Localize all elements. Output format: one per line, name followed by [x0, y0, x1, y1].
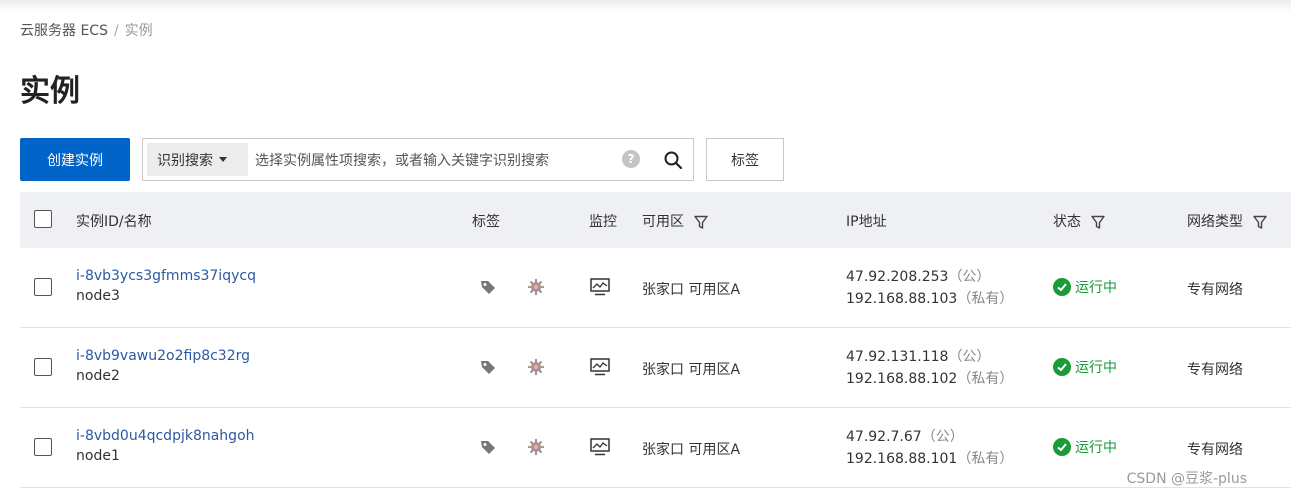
tag-icon[interactable] — [480, 439, 496, 455]
instance-id-link[interactable]: i-8vb9vawu2o2fip8c32rg — [76, 348, 250, 364]
header-status: 状态 — [1053, 211, 1106, 231]
filter-icon[interactable] — [1091, 215, 1106, 230]
private-ip-label: （私有） — [957, 371, 1014, 387]
header-monitor: 监控 — [589, 214, 617, 230]
table-header: 实例ID/名称 标签 监控 可用区 IP地址 状态 网络类型 — [20, 192, 1291, 248]
header-network-label: 网络类型 — [1187, 214, 1243, 230]
table-row: i-8vbd0u4qcdpjk8nahgoh node1 张家口 可用区A 47… — [20, 408, 1291, 488]
search-mode-label: 识别搜索 — [157, 152, 213, 169]
header-status-label: 状态 — [1053, 214, 1081, 230]
zone-text: 张家口 可用区A — [642, 442, 741, 458]
watermark: CSDN @豆浆-plus — [1126, 471, 1247, 487]
status-badge: 运行中 — [1053, 437, 1117, 457]
header-zone-label: 可用区 — [642, 214, 684, 230]
private-ip: 192.168.88.102 — [846, 371, 958, 387]
instance-cell: i-8vb3ycs3gfmms37iqycq node3 — [76, 268, 256, 304]
breadcrumb: 云服务器 ECS / 实例 — [20, 20, 153, 40]
breadcrumb-ecs[interactable]: 云服务器 ECS — [20, 23, 108, 39]
instance-cell: i-8vbd0u4qcdpjk8nahgoh node1 — [76, 428, 255, 464]
help-icon[interactable]: ? — [622, 150, 640, 168]
status-text: 运行中 — [1075, 280, 1117, 296]
search-icon — [664, 151, 683, 169]
private-ip: 192.168.88.103 — [846, 291, 958, 307]
ip-cell: 47.92.131.118（公） 192.168.88.102（私有） — [846, 346, 1013, 390]
private-ip: 192.168.88.101 — [846, 451, 958, 467]
network-type: 专有网络 — [1187, 282, 1243, 298]
header-id-name: 实例ID/名称 — [76, 214, 152, 230]
filter-icon[interactable] — [1253, 215, 1268, 230]
header-ip: IP地址 — [846, 214, 887, 230]
public-ip-label: （公） — [921, 429, 964, 445]
table-row: i-8vb9vawu2o2fip8c32rg node2 张家口 可用区A 47… — [20, 328, 1291, 408]
filter-icon[interactable] — [694, 215, 709, 230]
instance-id-link[interactable]: i-8vbd0u4qcdpjk8nahgoh — [76, 428, 255, 444]
top-shadow — [0, 0, 1291, 12]
search-box: 识别搜索 选择实例属性项搜索，或者输入关键字识别搜索 ? — [142, 138, 655, 181]
public-ip-label: （公） — [948, 349, 991, 365]
header-tags: 标签 — [472, 214, 500, 230]
ip-cell: 47.92.208.253（公） 192.168.88.103（私有） — [846, 266, 1013, 310]
tag-icon[interactable] — [480, 279, 496, 295]
instance-name: node2 — [76, 368, 120, 384]
check-circle-icon — [1053, 358, 1071, 376]
row-checkbox[interactable] — [34, 438, 52, 456]
status-text: 运行中 — [1075, 440, 1117, 456]
status-text: 运行中 — [1075, 360, 1117, 376]
instance-cell: i-8vb9vawu2o2fip8c32rg node2 — [76, 348, 250, 384]
breadcrumb-separator: / — [113, 23, 119, 39]
tag-icon[interactable] — [480, 359, 496, 375]
private-ip-label: （私有） — [957, 291, 1014, 307]
check-circle-icon — [1053, 438, 1071, 456]
public-ip: 47.92.208.253 — [846, 269, 949, 285]
instance-name: node1 — [76, 448, 120, 464]
search-button[interactable] — [653, 138, 694, 181]
search-mode-select[interactable]: 识别搜索 — [147, 143, 248, 176]
public-ip-label: （公） — [948, 269, 991, 285]
create-instance-button[interactable]: 创建实例 — [20, 138, 130, 181]
select-all-checkbox[interactable] — [34, 210, 52, 228]
instance-name: node3 — [76, 288, 120, 304]
network-type: 专有网络 — [1187, 442, 1243, 458]
header-zone: 可用区 — [642, 211, 709, 231]
tags-button[interactable]: 标签 — [706, 138, 784, 181]
header-network: 网络类型 — [1187, 211, 1268, 231]
status-badge: 运行中 — [1053, 357, 1117, 377]
dropdown-caret-icon — [219, 157, 227, 162]
zone-text: 张家口 可用区A — [642, 282, 741, 298]
private-ip-label: （私有） — [957, 451, 1014, 467]
settings-icon[interactable] — [527, 278, 545, 296]
page-title: 实例 — [20, 74, 80, 109]
network-type: 专有网络 — [1187, 362, 1243, 378]
row-checkbox[interactable] — [34, 358, 52, 376]
ip-cell: 47.92.7.67（公） 192.168.88.101（私有） — [846, 426, 1013, 470]
check-circle-icon — [1053, 278, 1071, 296]
table-row: i-8vb3ycs3gfmms37iqycq node3 张家口 可用区A 47… — [20, 248, 1291, 328]
status-badge: 运行中 — [1053, 277, 1117, 297]
settings-icon[interactable] — [527, 358, 545, 376]
monitor-icon[interactable] — [590, 358, 610, 376]
breadcrumb-current: 实例 — [124, 23, 153, 39]
search-input[interactable]: 选择实例属性项搜索，或者输入关键字识别搜索 — [255, 150, 549, 170]
row-checkbox[interactable] — [34, 278, 52, 296]
zone-text: 张家口 可用区A — [642, 362, 741, 378]
instance-id-link[interactable]: i-8vb3ycs3gfmms37iqycq — [76, 268, 256, 284]
settings-icon[interactable] — [527, 438, 545, 456]
monitor-icon[interactable] — [590, 278, 610, 296]
public-ip: 47.92.131.118 — [846, 349, 949, 365]
public-ip: 47.92.7.67 — [846, 429, 922, 445]
monitor-icon[interactable] — [590, 438, 610, 456]
